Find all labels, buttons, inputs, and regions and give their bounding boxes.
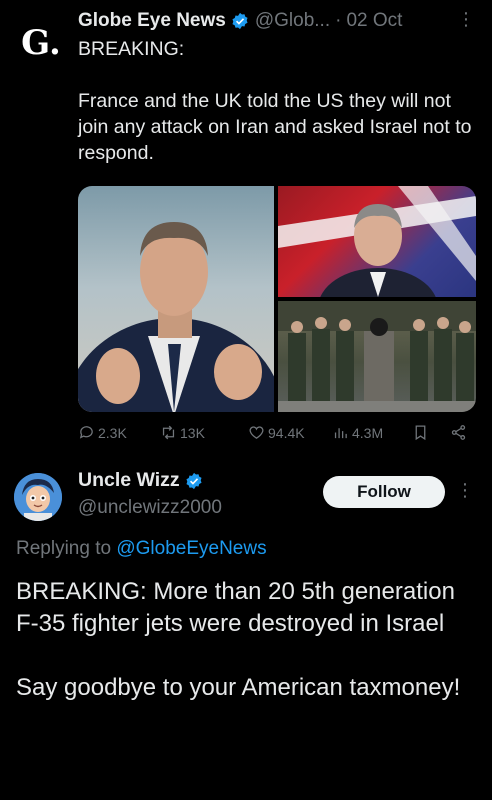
replying-to: Replying to @GlobeEyeNews — [16, 538, 267, 560]
media-image-iran-military[interactable] — [278, 301, 476, 412]
share-icon — [451, 425, 466, 440]
author-name[interactable]: Uncle Wizz — [78, 469, 209, 492]
reply-icon — [79, 426, 93, 439]
like-action[interactable]: 94.4K — [248, 424, 305, 441]
tweet-text-para: Say goodbye to your American taxmoney! — [16, 674, 461, 701]
analytics-icon — [334, 428, 347, 439]
media-grid[interactable] — [78, 186, 476, 412]
tweet-text-line: BREAKING: — [78, 38, 185, 60]
replying-prefix: Replying to — [16, 538, 112, 559]
reply-action[interactable]: 2.3K — [78, 424, 127, 441]
tweet-actions: 2.3K 13K 94.4K 4.3M — [78, 424, 474, 444]
follow-button[interactable]: Follow — [323, 476, 445, 508]
repost-action[interactable]: 13K — [160, 424, 205, 441]
separator: · — [335, 10, 342, 31]
verified-badge-icon — [232, 12, 248, 30]
views-action[interactable]: 4.3M — [332, 424, 383, 441]
tweet-header: Globe Eye News @Glob... · 02 Oct — [78, 9, 482, 33]
repost-count: 13K — [180, 424, 205, 441]
globe-eye-avatar[interactable]: G. — [18, 20, 64, 66]
reply-count: 2.3K — [98, 424, 127, 441]
tweet-text-body: France and the UK told the US they will … — [78, 90, 472, 164]
replying-mention-link[interactable]: @GlobeEyeNews — [116, 538, 266, 559]
bookmark-icon — [415, 425, 426, 441]
author-name[interactable]: Globe Eye News — [78, 10, 226, 32]
share-action[interactable] — [450, 424, 467, 441]
tweet-text: BREAKING: France and the UK told the US … — [78, 36, 478, 166]
media-image-starmer[interactable] — [278, 186, 476, 297]
tweet-text: BREAKING: More than 20 5th generation F-… — [16, 576, 476, 704]
tweet-text-para: BREAKING: More than 20 5th generation F-… — [16, 578, 455, 637]
more-options-icon[interactable]: ⋮ — [457, 9, 475, 30]
author-handle[interactable]: @unclewizz2000 — [78, 497, 222, 519]
tweet-date[interactable]: 02 Oct — [346, 10, 402, 32]
author-name-text[interactable]: Uncle Wizz — [78, 469, 180, 492]
like-count: 94.4K — [268, 424, 305, 441]
author-handle[interactable]: @Glob... — [255, 10, 330, 32]
repost-icon — [162, 425, 175, 440]
view-count: 4.3M — [352, 424, 384, 441]
more-options-icon[interactable]: ⋮ — [456, 480, 474, 501]
uncle-wizz-avatar[interactable] — [14, 473, 62, 521]
media-image-macron[interactable] — [78, 186, 274, 412]
heart-icon — [249, 426, 264, 439]
verified-badge-icon — [186, 472, 202, 489]
bookmark-action[interactable] — [412, 424, 429, 441]
